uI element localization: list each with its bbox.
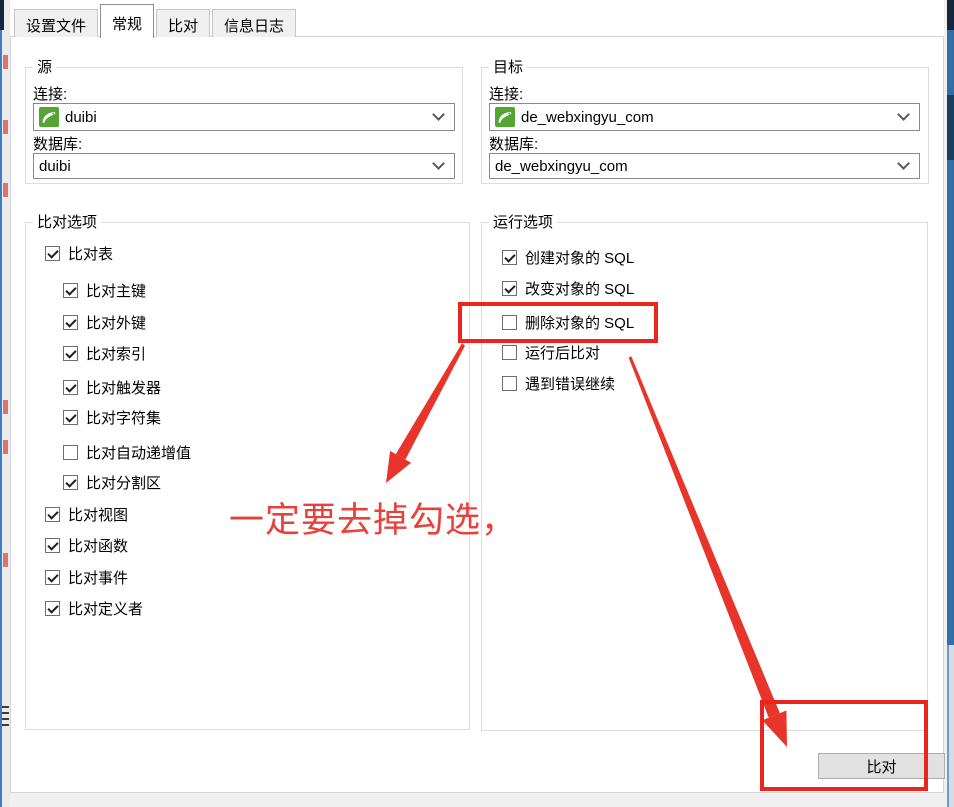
checkbox-row-compare-events[interactable]: 比对事件 <box>45 567 128 587</box>
checkbox-row-create-object-sql[interactable]: 创建对象的 SQL <box>502 247 634 267</box>
checkbox-row-continue-on-error[interactable]: 遇到错误继续 <box>502 373 615 393</box>
checkbox-label: 比对视图 <box>68 504 128 525</box>
source-database-label: 数据库: <box>33 136 82 153</box>
target-connection-value: de_webxingyu_com <box>521 109 654 126</box>
chevron-down-icon <box>434 159 443 168</box>
target-connection-select[interactable]: de_webxingyu_com <box>489 103 920 131</box>
right-window-edge <box>947 0 954 807</box>
scrollbar-mark <box>3 183 8 197</box>
checkbox[interactable] <box>502 376 517 391</box>
target-database-label: 数据库: <box>489 136 538 153</box>
source-connection-select[interactable]: duibi <box>33 103 455 131</box>
scrollbar-mark <box>3 120 8 134</box>
source-database-value: duibi <box>39 158 71 175</box>
checkbox-row-compare-auto-increment[interactable]: 比对自动递增值 <box>63 442 191 462</box>
group-source-title: 源 <box>33 59 56 76</box>
checkbox-label: 比对自动递增值 <box>86 442 191 463</box>
checkbox-label: 改变对象的 SQL <box>525 278 634 299</box>
checkbox-row-compare-definer[interactable]: 比对定义者 <box>45 598 143 618</box>
checkbox-label: 创建对象的 SQL <box>525 247 634 268</box>
checkbox-row-compare-indexes[interactable]: 比对索引 <box>63 343 146 363</box>
checkbox[interactable] <box>502 250 517 265</box>
right-edge-dark-segment <box>947 95 954 160</box>
checkbox-row-compare-after-run[interactable]: 运行后比对 <box>502 342 600 362</box>
checkbox-row-alter-object-sql[interactable]: 改变对象的 SQL <box>502 278 634 298</box>
checkbox[interactable] <box>63 380 78 395</box>
left-window-edge <box>0 0 10 807</box>
checkbox-label: 比对分割区 <box>86 472 161 493</box>
checkbox-row-compare-foreign-keys[interactable]: 比对外键 <box>63 312 146 332</box>
checkbox-label: 遇到错误继续 <box>525 373 615 394</box>
target-connection-label: 连接: <box>489 86 523 103</box>
scrollbar-dash <box>2 724 9 726</box>
source-connection-value: duibi <box>65 109 97 126</box>
checkbox[interactable] <box>63 410 78 425</box>
checkbox-row-compare-primary-keys[interactable]: 比对主键 <box>63 280 146 300</box>
group-run-options-title: 运行选项 <box>489 214 557 231</box>
right-edge-navy-cap <box>947 0 954 30</box>
checkbox[interactable] <box>502 345 517 360</box>
tab-general[interactable]: 常规 <box>100 4 154 38</box>
left-edge-blue-line <box>0 0 2 807</box>
right-edge-gray-segment <box>947 645 954 807</box>
checkbox-label: 删除对象的 SQL <box>525 312 634 333</box>
compare-button[interactable]: 比对 <box>818 753 945 779</box>
checkbox[interactable] <box>45 601 60 616</box>
checkbox-row-drop-object-sql[interactable]: 删除对象的 SQL <box>502 312 634 332</box>
checkbox-label: 比对表 <box>68 243 113 264</box>
checkbox-row-compare-partitions[interactable]: 比对分割区 <box>63 472 161 492</box>
scrollbar-dash <box>2 712 9 714</box>
target-database-value: de_webxingyu_com <box>495 158 628 175</box>
scrollbar-mark <box>3 400 8 414</box>
checkbox-row-compare-tables[interactable]: 比对表 <box>45 243 113 263</box>
checkbox[interactable] <box>63 315 78 330</box>
checkbox-row-compare-triggers[interactable]: 比对触发器 <box>63 377 161 397</box>
scrollbar-mark <box>3 553 8 567</box>
tab-log[interactable]: 信息日志 <box>212 9 296 37</box>
checkbox-label: 比对定义者 <box>68 598 143 619</box>
chevron-down-icon <box>899 110 908 119</box>
group-compare-options-title: 比对选项 <box>33 214 101 231</box>
checkbox-label: 比对外键 <box>86 312 146 333</box>
annotation-text: 一定要去掉勾选， <box>229 492 517 543</box>
mysql-connection-icon <box>495 107 515 127</box>
compare-dialog: 设置文件 常规 比对 信息日志 源 连接: duibi 数据库: duibi 目… <box>0 0 954 807</box>
tab-bar: 设置文件 常规 比对 信息日志 <box>14 3 298 37</box>
checkbox-row-compare-views[interactable]: 比对视图 <box>45 504 128 524</box>
checkbox-label: 比对字符集 <box>86 407 161 428</box>
checkbox[interactable] <box>45 507 60 522</box>
checkbox-row-compare-functions[interactable]: 比对函数 <box>45 535 128 555</box>
chevron-down-icon <box>899 159 908 168</box>
checkbox[interactable] <box>45 538 60 553</box>
source-connection-label: 连接: <box>33 86 67 103</box>
group-target-title: 目标 <box>489 59 527 76</box>
target-database-select[interactable]: de_webxingyu_com <box>489 153 920 179</box>
scrollbar-dash <box>2 706 9 708</box>
checkbox[interactable] <box>45 246 60 261</box>
checkbox[interactable] <box>63 283 78 298</box>
checkbox-label: 比对事件 <box>68 567 128 588</box>
checkbox-label: 比对函数 <box>68 535 128 556</box>
checkbox-label: 运行后比对 <box>525 342 600 363</box>
checkbox[interactable] <box>63 346 78 361</box>
tab-compare[interactable]: 比对 <box>156 9 210 37</box>
checkbox[interactable] <box>45 570 60 585</box>
checkbox[interactable] <box>502 281 517 296</box>
checkbox[interactable] <box>63 475 78 490</box>
checkbox-label: 比对触发器 <box>86 377 161 398</box>
scrollbar-dash <box>2 718 9 720</box>
left-edge-navy-cap <box>0 0 4 30</box>
chevron-down-icon <box>434 110 443 119</box>
scrollbar-mark <box>3 440 8 454</box>
checkbox-label: 比对主键 <box>86 280 146 301</box>
checkbox-row-compare-charset[interactable]: 比对字符集 <box>63 407 161 427</box>
checkbox-label: 比对索引 <box>86 343 146 364</box>
source-database-select[interactable]: duibi <box>33 153 455 179</box>
checkbox[interactable] <box>502 315 517 330</box>
checkbox[interactable] <box>63 445 78 460</box>
mysql-connection-icon <box>39 107 59 127</box>
tab-profile[interactable]: 设置文件 <box>14 9 98 37</box>
scrollbar-mark <box>3 55 8 69</box>
